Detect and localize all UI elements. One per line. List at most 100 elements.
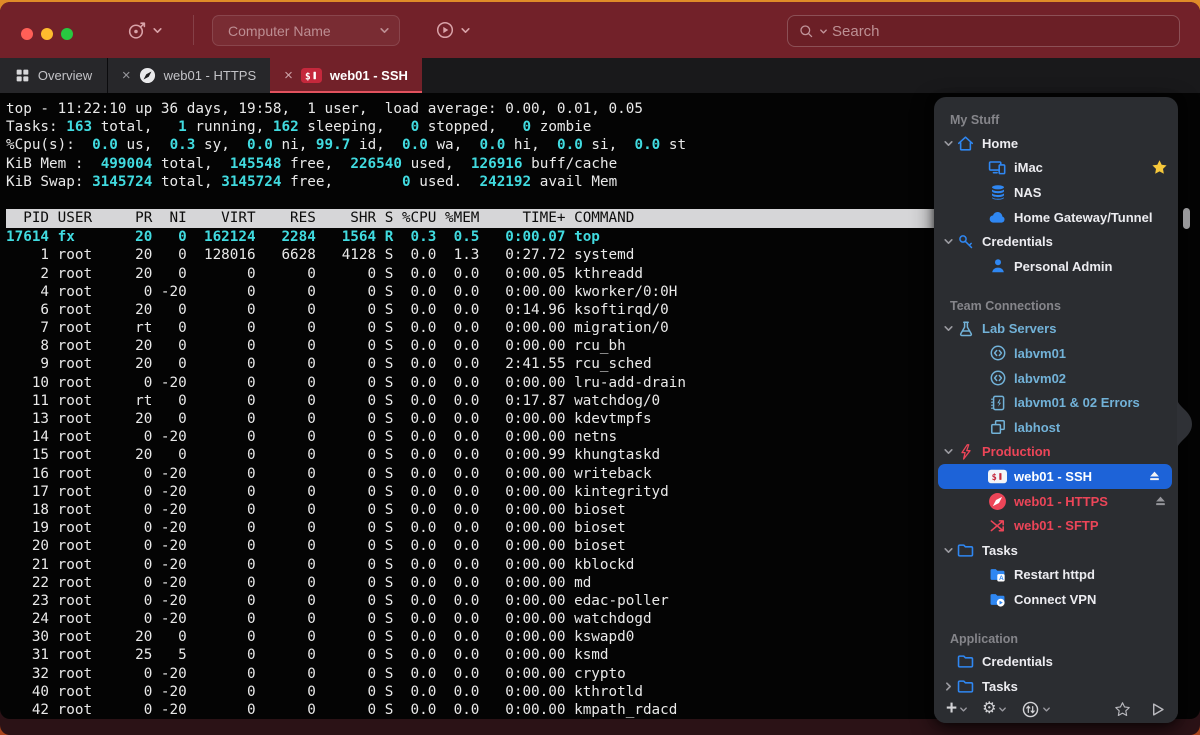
tree-item-labvm01-02-errors[interactable]: labvm01 & 02 Errors	[934, 390, 1178, 415]
database-icon	[988, 183, 1007, 202]
tree-item-label: Restart httpd	[1014, 567, 1095, 582]
settings-button[interactable]: ⚙	[982, 700, 1007, 718]
tree-item-label: web01 - SSH	[1014, 469, 1092, 484]
folder-icon	[956, 541, 975, 560]
connect-button[interactable]	[126, 2, 163, 58]
chevron-down-icon[interactable]	[940, 323, 956, 334]
tree-item-tasks[interactable]: Tasks	[934, 538, 1178, 563]
close-window-button[interactable]	[21, 28, 33, 40]
search-box[interactable]	[787, 15, 1180, 47]
chevron-down-icon[interactable]	[940, 138, 956, 149]
tree-item-label: web01 - SFTP	[1014, 518, 1099, 533]
tree-item-label: labvm01 & 02 Errors	[1014, 395, 1140, 410]
chevron-down-icon	[1042, 705, 1051, 714]
person-icon	[988, 257, 1007, 276]
gear-icon: ⚙	[982, 700, 996, 718]
tree-item-label: Credentials	[982, 654, 1053, 669]
folder-a-icon: A	[988, 565, 1007, 584]
tree-item-production[interactable]: Production	[934, 440, 1178, 465]
run-button[interactable]	[1149, 701, 1166, 718]
tree-item-label: Lab Servers	[982, 321, 1056, 336]
terminal-inv-icon: $	[988, 467, 1007, 486]
tree-item-web01-ssh[interactable]: $ web01 - SSH	[938, 464, 1172, 489]
chevron-down-icon[interactable]	[940, 545, 956, 556]
tree-item-restart-httpd[interactable]: A Restart httpd	[934, 563, 1178, 588]
minimize-window-button[interactable]	[41, 28, 53, 40]
svg-text:A: A	[999, 575, 1004, 582]
app-window: Computer Name Overview × web01 - HTTPS × $ w…	[0, 2, 1200, 735]
eject-icon[interactable]	[1153, 494, 1168, 509]
play-circle-icon	[435, 20, 455, 40]
tree-item-web01-https[interactable]: web01 - HTTPS	[934, 489, 1178, 514]
terminal-icon: $	[301, 68, 322, 83]
run-task-button[interactable]	[435, 2, 471, 58]
process-table-header: PID USER PR NI VIRT RES SHR S %CPU %MEM …	[6, 209, 934, 228]
favorite-star-icon[interactable]	[1151, 159, 1168, 176]
chevron-down-icon	[152, 25, 163, 36]
windows-icon	[988, 418, 1007, 437]
tree-item-nas[interactable]: NAS	[934, 180, 1178, 205]
tree-item-labvm02[interactable]: labvm02	[934, 366, 1178, 391]
home-icon	[956, 134, 975, 153]
tab-bar: Overview × web01 - HTTPS × $ web01 - SSH	[0, 58, 1200, 93]
chevron-down-icon[interactable]	[940, 236, 956, 247]
tree-item-label: labhost	[1014, 420, 1060, 435]
chevron-down-icon	[379, 25, 399, 36]
target-icon	[126, 20, 147, 41]
tree-item-label: Personal Admin	[1014, 259, 1112, 274]
tab-web01-ssh[interactable]: × $ web01 - SSH	[270, 58, 422, 93]
search-input[interactable]	[832, 23, 1169, 40]
tab-overview[interactable]: Overview	[0, 58, 107, 93]
scrollbar-thumb[interactable]	[1183, 208, 1190, 229]
connection-tree: My StuffHomeiMacNASHome Gateway/TunnelCr…	[934, 97, 1178, 695]
section-title: Team Connections	[934, 295, 1178, 317]
chevron-down-icon	[819, 27, 828, 36]
search-icon	[798, 23, 815, 40]
tree-item-lab-servers[interactable]: Lab Servers	[934, 317, 1178, 342]
svg-text:$: $	[992, 473, 997, 483]
compass-icon	[139, 67, 156, 84]
grid-icon	[15, 68, 30, 83]
tree-item-tasks[interactable]: Tasks	[934, 674, 1178, 695]
tab-web01-https[interactable]: × web01 - HTTPS	[108, 58, 270, 93]
folder-icon	[956, 652, 975, 671]
flask-icon	[956, 319, 975, 338]
chevron-down-icon[interactable]	[940, 446, 956, 457]
chevron-down-icon	[460, 25, 471, 36]
tree-item-label: Tasks	[982, 543, 1018, 558]
titlebar: Computer Name	[0, 2, 1200, 58]
compass-red-icon	[988, 492, 1007, 511]
tab-label: web01 - HTTPS	[164, 68, 256, 83]
sort-button[interactable]	[1021, 700, 1051, 719]
chevron-right-icon[interactable]	[940, 681, 956, 692]
window-controls	[21, 28, 73, 40]
tree-item-connect-vpn[interactable]: Connect VPN	[934, 587, 1178, 612]
tree-item-web01-sftp[interactable]: web01 - SFTP	[934, 513, 1178, 538]
eject-icon[interactable]	[1147, 469, 1162, 484]
tree-item-credentials[interactable]: Credentials	[934, 650, 1178, 675]
zoom-window-button[interactable]	[61, 28, 73, 40]
tree-item-home[interactable]: Home	[934, 131, 1178, 156]
chevron-down-icon	[998, 705, 1007, 714]
sync-icon	[1021, 700, 1040, 719]
add-button[interactable]: +	[946, 699, 968, 719]
tree-item-labhost[interactable]: labhost	[934, 415, 1178, 440]
tree-item-imac[interactable]: iMac	[934, 156, 1178, 181]
computer-name-dropdown[interactable]: Computer Name	[212, 15, 400, 46]
panel-collapse-handle[interactable]	[1177, 398, 1198, 450]
tree-item-credentials[interactable]: Credentials	[934, 229, 1178, 254]
section-title: My Stuff	[934, 109, 1178, 131]
close-icon[interactable]: ×	[122, 68, 131, 83]
favorite-button[interactable]	[1114, 701, 1131, 718]
tree-item-personal-admin[interactable]: Personal Admin	[934, 254, 1178, 279]
tree-item-label: Connect VPN	[1014, 592, 1096, 607]
tree-item-home-gateway-tunnel[interactable]: Home Gateway/Tunnel	[934, 205, 1178, 230]
toolbar-divider	[193, 15, 194, 45]
inactive-tabs: Overview × web01 - HTTPS	[0, 58, 270, 93]
folder-play-icon	[988, 590, 1007, 609]
close-icon[interactable]: ×	[284, 68, 293, 83]
desktop: { "titlebar": { "computer_name": "Comput…	[0, 0, 1200, 735]
tree-item-label: Production	[982, 444, 1051, 459]
tree-item-labvm01[interactable]: labvm01	[934, 341, 1178, 366]
tab-label: web01 - SSH	[330, 68, 408, 83]
